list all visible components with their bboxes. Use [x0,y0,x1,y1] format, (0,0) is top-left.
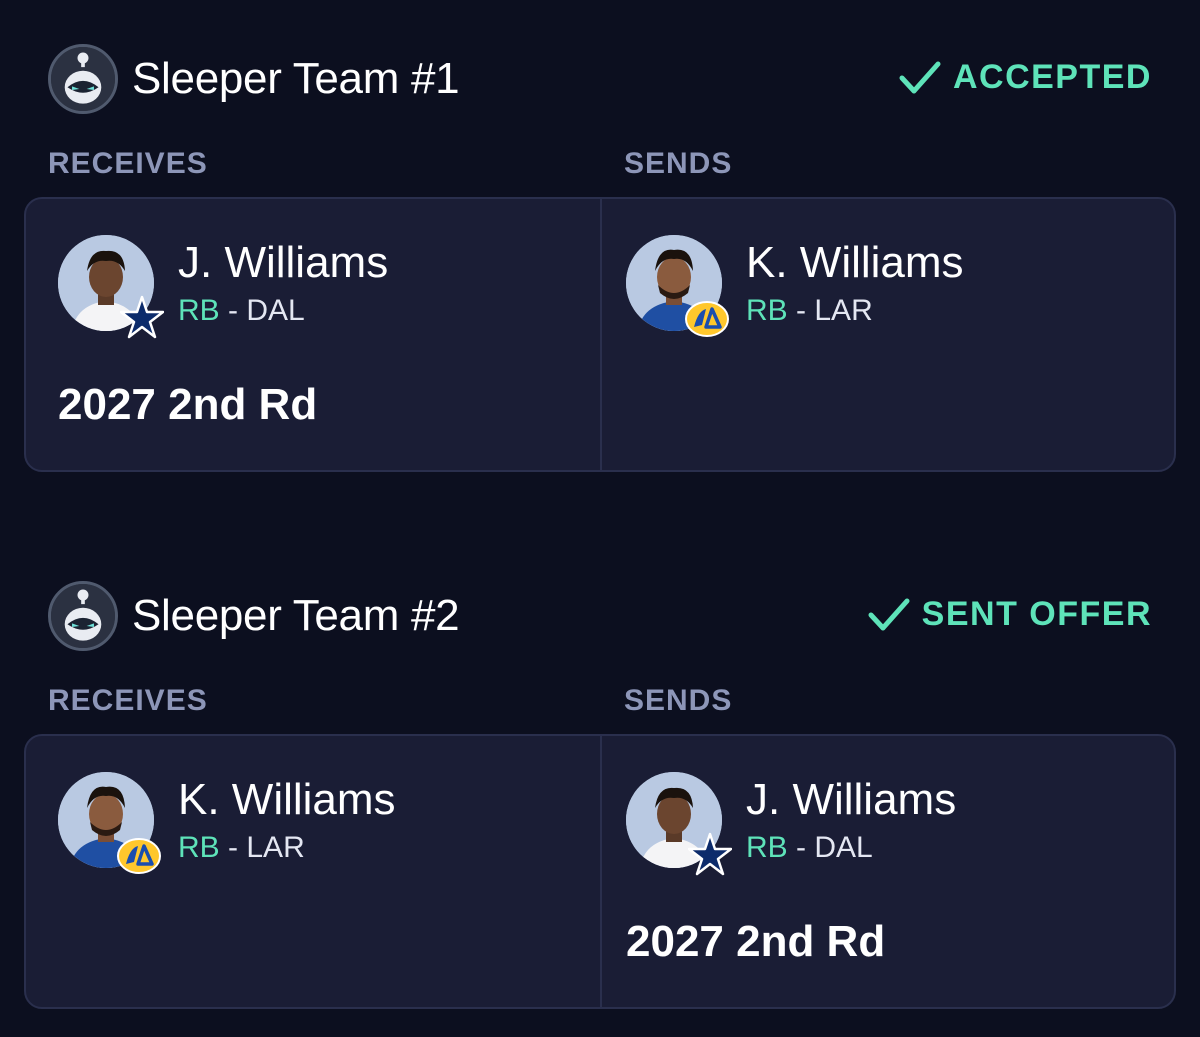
sleeper-mascot-icon[interactable] [48,581,118,651]
receives-column: J. Williams RB - DAL 2027 2nd Rd [26,199,600,470]
draft-pick: 2027 2nd Rd [58,380,318,429]
player-name: K. Williams [178,775,396,824]
trade-status: ACCEPTED [899,58,1152,97]
player-row[interactable]: K. Williams RB - LAR [626,235,1146,345]
team-header: Sleeper Team #1 ACCEPTED [48,44,1152,114]
sends-label: SENDS [624,147,733,180]
player-position: RB [178,831,220,864]
player-row[interactable]: J. Williams RB - DAL [58,235,578,345]
status-label: SENT OFFER [921,595,1152,633]
player-name: J. Williams [746,775,957,824]
sends-label: SENDS [624,684,733,717]
player-row[interactable]: J. Williams RB - DAL [626,772,1146,882]
player-meta: RB - DAL [746,830,873,866]
player-team: LAR [814,294,873,327]
check-icon [899,61,941,93]
trade-review-page: Sleeper Team #1 ACCEPTED RECEIVES SENDS [0,0,1200,1037]
player-meta: RB - LAR [178,830,305,866]
player-team: DAL [246,294,305,327]
player-meta: RB - LAR [746,293,873,329]
team-name: Sleeper Team #2 [132,591,460,640]
sleeper-mascot-icon[interactable] [48,44,118,114]
status-label: ACCEPTED [952,58,1152,96]
player-position: RB [746,294,788,327]
receives-column: K. Williams RB - LAR [26,736,600,1007]
player-name: J. Williams [178,238,389,287]
check-icon [868,598,910,630]
trade-card: K. Williams RB - LAR J. Williams RB - DA… [24,734,1176,1009]
rams-logo-icon [116,836,162,876]
rams-logo-icon [684,299,730,339]
trade-status: SENT OFFER [868,595,1152,634]
sends-column: K. Williams RB - LAR [602,199,1174,470]
player-position: RB [746,831,788,864]
player-team: LAR [246,831,305,864]
player-row[interactable]: K. Williams RB - LAR [58,772,578,882]
receives-label: RECEIVES [48,147,208,180]
meta-separator: - [228,831,239,864]
team-header: Sleeper Team #2 SENT OFFER [48,581,1152,651]
player-name: K. Williams [746,238,964,287]
dallas-star-icon [688,832,732,876]
meta-separator: - [796,831,807,864]
sends-column: J. Williams RB - DAL 2027 2nd Rd [602,736,1174,1007]
meta-separator: - [796,294,807,327]
team-name: Sleeper Team #1 [132,54,460,103]
player-meta: RB - DAL [178,293,305,329]
draft-pick: 2027 2nd Rd [626,917,886,966]
meta-separator: - [228,294,239,327]
player-team: DAL [814,831,873,864]
trade-card: J. Williams RB - DAL 2027 2nd Rd K. Will… [24,197,1176,472]
receives-label: RECEIVES [48,684,208,717]
player-position: RB [178,294,220,327]
dallas-star-icon [120,295,164,339]
